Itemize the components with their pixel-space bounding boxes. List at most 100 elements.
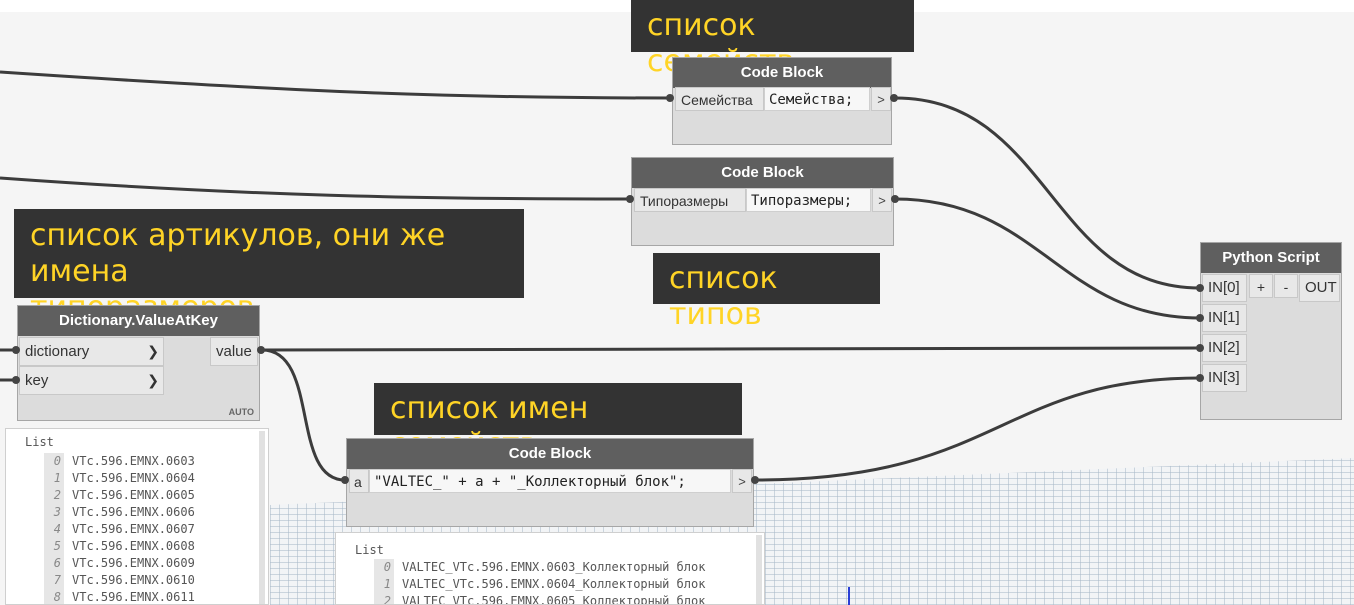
python-script-node[interactable]: Python Script IN[0] + - OUT IN[1] IN[2] … — [1200, 242, 1342, 420]
port-connector-dot[interactable] — [1196, 314, 1204, 322]
preview-family-names-list[interactable]: List 0 VALTEC_VTc.596.EMNX.0603_Коллектор… — [335, 532, 765, 605]
input-port-in0[interactable]: IN[0] — [1202, 274, 1247, 302]
list-value: VTc.596.EMNX.0606 — [72, 505, 195, 519]
list-item: 3 VTc.596.EMNX.0606 — [44, 504, 195, 521]
list-index: 0 — [44, 453, 64, 470]
port-connector-dot[interactable] — [666, 94, 674, 102]
node-header: Code Block — [347, 439, 753, 469]
port-connector-dot[interactable] — [751, 476, 759, 484]
list-value: VALTEC_VTc.596.EMNX.0604_Коллекторный бл… — [402, 577, 706, 591]
wire-families-to-python-in0 — [894, 96, 1201, 290]
list-item: 0 VALTEC_VTc.596.EMNX.0603_Коллекторный б… — [374, 559, 705, 576]
list-item: 5 VTc.596.EMNX.0608 — [44, 538, 195, 555]
port-connector-dot[interactable] — [626, 195, 634, 203]
preview-articles-list[interactable]: List 0 VTc.596.EMNX.0603 1 VTc.596.EMNX.06… — [5, 428, 269, 605]
remove-input-button[interactable]: - — [1274, 274, 1298, 298]
node-header: Code Block — [673, 58, 891, 88]
output-port-value[interactable]: value — [210, 337, 258, 366]
note-article-list-line1: список артикулов, они же имена — [30, 218, 446, 289]
list-value: VTc.596.EMNX.0609 — [72, 556, 195, 570]
list-value: VTc.596.EMNX.0608 — [72, 539, 195, 553]
input-port-key-label: key — [25, 372, 49, 389]
port-connector-dot[interactable] — [257, 346, 265, 354]
port-connector-dot[interactable] — [891, 195, 899, 203]
list-item: 2 VALTEC_VTc.596.EMNX.0605_Коллекторный б… — [374, 593, 706, 605]
port-connector-dot[interactable] — [341, 476, 349, 484]
code-editor-families[interactable]: Семейства; — [764, 87, 870, 111]
list-item: 4 VTc.596.EMNX.0607 — [44, 521, 195, 538]
port-connector-dot[interactable] — [12, 346, 20, 354]
port-connector-dot[interactable] — [1196, 374, 1204, 382]
list-index: 0 — [374, 559, 394, 576]
list-value: VTc.596.EMNX.0611 — [72, 590, 195, 604]
input-port-dictionary[interactable]: dictionary ❯ — [19, 337, 164, 366]
output-port-types[interactable]: > — [872, 188, 892, 212]
list-index: 6 — [44, 555, 64, 572]
input-port-in3[interactable]: IN[3] — [1202, 364, 1247, 392]
list-index: 1 — [374, 576, 394, 593]
note-family-list[interactable]: список семейств — [631, 0, 914, 79]
list-value: VTc.596.EMNX.0610 — [72, 573, 195, 587]
graph-canvas[interactable]: список семейств список артикулов, они же… — [0, 0, 1354, 605]
list-index: 2 — [44, 487, 64, 504]
add-input-button[interactable]: + — [1249, 274, 1273, 298]
code-editor-concat[interactable]: "VALTEC_" + a + "_Коллекторный блок"; — [369, 469, 731, 493]
list-item: 1 VTc.596.EMNX.0604 — [44, 470, 195, 487]
input-port-a[interactable]: a — [349, 469, 369, 493]
node-header: Code Block — [632, 158, 893, 188]
list-item: 8 VTc.596.EMNX.0611 — [44, 589, 195, 604]
port-connector-dot[interactable] — [890, 94, 898, 102]
chevron-right-icon: ❯ — [147, 343, 159, 359]
list-index: 3 — [44, 504, 64, 521]
list-index: 8 — [44, 589, 64, 604]
output-port-out[interactable]: OUT — [1299, 274, 1340, 302]
list-value: VALTEC_VTc.596.EMNX.0603_Коллекторный бл… — [402, 560, 706, 574]
note-type-list-text: список типов — [669, 261, 778, 332]
code-block-concat[interactable]: Code Block a "VALTEC_" + a + "_Коллектор… — [346, 438, 754, 527]
note-type-list[interactable]: список типов — [653, 253, 880, 332]
preview-scrollbar[interactable] — [259, 431, 265, 604]
node-header: Python Script — [1201, 243, 1341, 273]
list-item: 6 VTc.596.EMNX.0609 — [44, 555, 195, 572]
wire-types-to-python-in1 — [894, 197, 1201, 320]
preview-scrollbar[interactable] — [756, 535, 762, 604]
dictionary-value-at-key-node[interactable]: Dictionary.ValueAtKey dictionary ❯ key ❯… — [17, 305, 260, 421]
list-index: 7 — [44, 572, 64, 589]
wire-value-to-concat-a — [261, 348, 346, 482]
output-port-concat[interactable]: > — [732, 469, 752, 493]
input-port-families[interactable]: Семейства — [675, 87, 764, 111]
output-port-families[interactable]: > — [871, 87, 891, 111]
input-port-dictionary-label: dictionary — [25, 343, 90, 360]
port-connector-dot[interactable] — [1196, 344, 1204, 352]
input-port-in2[interactable]: IN[2] — [1202, 334, 1247, 362]
wire-types-input — [0, 176, 631, 201]
list-item: 7 VTc.596.EMNX.0610 — [44, 572, 195, 589]
wire-value-to-python-in2 — [261, 346, 1201, 352]
list-value: VTc.596.EMNX.0607 — [72, 522, 195, 536]
chevron-right-icon: ❯ — [147, 372, 159, 388]
code-block-types[interactable]: Code Block Типоразмеры Типоразмеры; > — [631, 157, 894, 246]
note-article-list[interactable]: список артикулов, они же имена типоразме… — [14, 209, 524, 325]
list-index: 5 — [44, 538, 64, 555]
port-connector-dot[interactable] — [12, 376, 20, 384]
code-block-families[interactable]: Code Block Семейства Семейства; > — [672, 57, 892, 145]
preview-title: List — [25, 435, 54, 449]
wire-families-input — [0, 70, 671, 100]
input-port-in1[interactable]: IN[1] — [1202, 304, 1247, 332]
input-port-key[interactable]: key ❯ — [19, 366, 164, 395]
list-value: VTc.596.EMNX.0604 — [72, 471, 195, 485]
wire-concat-to-python-in3 — [754, 376, 1201, 482]
lacing-indicator[interactable]: AUTO — [229, 407, 254, 417]
node-header: Dictionary.ValueAtKey — [18, 306, 259, 336]
list-value: VALTEC_VTc.596.EMNX.0605_Коллекторный бл… — [402, 594, 706, 605]
list-item: 2 VTc.596.EMNX.0605 — [44, 487, 195, 504]
preview-title: List — [355, 543, 384, 557]
list-value: VTc.596.EMNX.0603 — [72, 454, 195, 468]
input-port-types[interactable]: Типоразмеры — [634, 188, 746, 212]
list-index: 2 — [374, 593, 394, 604]
note-family-names-list[interactable]: список имен семейств — [374, 383, 742, 462]
list-index: 1 — [44, 470, 64, 487]
port-connector-dot[interactable] — [1196, 284, 1204, 292]
list-item: 0 VTc.596.EMNX.0603 — [44, 453, 195, 470]
code-editor-types[interactable]: Типоразмеры; — [746, 188, 871, 212]
